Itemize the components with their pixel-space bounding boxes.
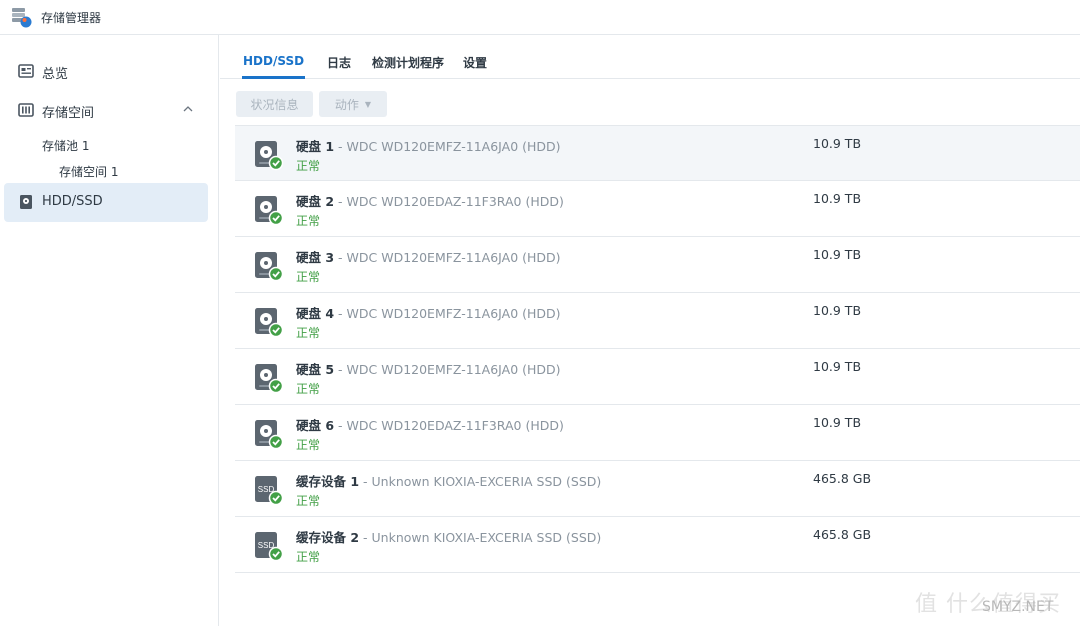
chevron-up-icon[interactable] [182, 103, 194, 115]
disk-size: 465.8 GB [813, 471, 872, 486]
sidebar-item-storage-pool[interactable]: 存储池 1 [42, 137, 89, 154]
disk-title: 硬盘 3 - WDC WD120EMFZ-11A6JA0 (HDD) [296, 247, 561, 266]
disk-name: 缓存设备 2 [296, 530, 360, 545]
disk-size: 465.8 GB [813, 527, 872, 542]
disk-title: 缓存设备 1 - Unknown KIOXIA-EXCERIA SSD (SSD… [296, 471, 601, 490]
disk-size: 10.9 TB [813, 247, 862, 262]
disk-status: 正常 [296, 550, 321, 564]
disk-model: - WDC WD120EDAZ-11F3RA0 (HDD) [334, 194, 564, 209]
disk-name: 硬盘 5 [296, 362, 335, 377]
disk-title: 硬盘 4 - WDC WD120EMFZ-11A6JA0 (HDD) [296, 303, 561, 322]
tab-bar: HDD/SSD 日志 检测计划程序 设置 [220, 35, 1080, 79]
sidebar-item-volume[interactable]: 存储空间 1 [59, 163, 118, 180]
hdd-icon [255, 196, 284, 226]
caret-down-icon: ▼ [364, 99, 372, 109]
hdd-icon [255, 364, 284, 394]
disk-size: 10.9 TB [813, 415, 862, 430]
disk-icon [20, 195, 32, 209]
disk-title: 硬盘 6 - WDC WD120EDAZ-11F3RA0 (HDD) [296, 415, 564, 434]
disk-name: 硬盘 1 [296, 139, 335, 154]
overview-icon [18, 64, 34, 78]
disk-size: 10.9 TB [813, 191, 862, 206]
disk-name: 硬盘 3 [296, 250, 335, 265]
sidebar-item-overview[interactable]: 总览 [4, 52, 208, 90]
disk-model: - WDC WD120EDAZ-11F3RA0 (HDD) [334, 418, 564, 433]
disk-name: 硬盘 6 [296, 418, 335, 433]
status-info-button[interactable]: 状况信息 [236, 91, 313, 117]
disk-status: 正常 [296, 382, 321, 396]
disk-status: 正常 [296, 326, 321, 340]
disk-title: 缓存设备 2 - Unknown KIOXIA-EXCERIA SSD (SSD… [296, 527, 601, 546]
disk-row[interactable]: 硬盘 5 - WDC WD120EMFZ-11A6JA0 (HDD) 正常 10… [235, 349, 1080, 405]
tab-test-scheduler[interactable]: 检测计划程序 [372, 54, 444, 71]
disk-row[interactable]: 硬盘 6 - WDC WD120EDAZ-11F3RA0 (HDD) 正常 10… [235, 405, 1080, 461]
disk-status: 正常 [296, 270, 321, 284]
action-label: 动作 [334, 97, 359, 112]
active-tab-indicator [242, 76, 305, 79]
ssd-icon: SSD [255, 532, 284, 562]
disk-title: 硬盘 5 - WDC WD120EMFZ-11A6JA0 (HDD) [296, 359, 561, 378]
disk-name: 硬盘 2 [296, 194, 335, 209]
disk-row[interactable]: 硬盘 1 - WDC WD120EMFZ-11A6JA0 (HDD) 正常 10… [235, 125, 1080, 181]
disk-name: 硬盘 4 [296, 306, 335, 321]
sidebar-item-storage[interactable]: 存储空间 [4, 91, 208, 129]
disk-size: 10.9 TB [813, 303, 862, 318]
hdd-icon [255, 308, 284, 338]
sidebar-item-label: 存储空间 [42, 106, 95, 121]
disk-row[interactable]: 硬盘 2 - WDC WD120EDAZ-11F3RA0 (HDD) 正常 10… [235, 181, 1080, 237]
disk-title: 硬盘 1 - WDC WD120EMFZ-11A6JA0 (HDD) [296, 136, 561, 155]
title-bar: 存储管理器 [0, 0, 1080, 35]
disk-row[interactable]: 硬盘 3 - WDC WD120EMFZ-11A6JA0 (HDD) 正常 10… [235, 237, 1080, 293]
disk-size: 10.9 TB [813, 359, 862, 374]
disk-status: 正常 [296, 159, 321, 173]
sidebar: 总览 存储空间 存储池 1 存储空间 1 HDD/SSD [0, 35, 219, 626]
watermark-site: SMYZ.NET [982, 599, 1054, 615]
disk-status: 正常 [296, 438, 321, 452]
disk-model: - WDC WD120EMFZ-11A6JA0 (HDD) [334, 306, 561, 321]
tab-settings[interactable]: 设置 [463, 54, 487, 71]
disk-model: - WDC WD120EMFZ-11A6JA0 (HDD) [334, 139, 561, 154]
ssd-icon: SSD [255, 476, 284, 506]
disk-model: - Unknown KIOXIA-EXCERIA SSD (SSD) [359, 474, 602, 489]
sidebar-item-label: 总览 [42, 67, 69, 82]
hdd-icon [255, 420, 284, 450]
hdd-icon [255, 141, 284, 171]
app-title: 存储管理器 [41, 11, 102, 25]
disk-list: 硬盘 1 - WDC WD120EMFZ-11A6JA0 (HDD) 正常 10… [235, 125, 1080, 573]
disk-row[interactable]: 硬盘 4 - WDC WD120EMFZ-11A6JA0 (HDD) 正常 10… [235, 293, 1080, 349]
sidebar-item-label: HDD/SSD [42, 194, 103, 209]
disk-model: - WDC WD120EMFZ-11A6JA0 (HDD) [334, 362, 561, 377]
action-button[interactable]: 动作 ▼ [319, 91, 387, 117]
status-info-label: 状况信息 [250, 97, 299, 112]
disk-size: 10.9 TB [813, 136, 862, 151]
disk-model: - Unknown KIOXIA-EXCERIA SSD (SSD) [359, 530, 602, 545]
tab-hdd-ssd[interactable]: HDD/SSD [243, 54, 304, 68]
storage-manager-icon [12, 8, 32, 28]
disk-status: 正常 [296, 494, 321, 508]
disk-status: 正常 [296, 214, 321, 228]
disk-model: - WDC WD120EMFZ-11A6JA0 (HDD) [334, 250, 561, 265]
disk-title: 硬盘 2 - WDC WD120EDAZ-11F3RA0 (HDD) [296, 191, 564, 210]
hdd-icon [255, 252, 284, 282]
sidebar-item-hdd-ssd[interactable]: HDD/SSD [4, 183, 208, 222]
tab-log[interactable]: 日志 [327, 54, 351, 71]
disk-row[interactable]: SSD 缓存设备 2 - Unknown KIOXIA-EXCERIA SSD … [235, 517, 1080, 573]
disk-name: 缓存设备 1 [296, 474, 360, 489]
storage-icon [18, 103, 34, 117]
disk-row[interactable]: SSD 缓存设备 1 - Unknown KIOXIA-EXCERIA SSD … [235, 461, 1080, 517]
